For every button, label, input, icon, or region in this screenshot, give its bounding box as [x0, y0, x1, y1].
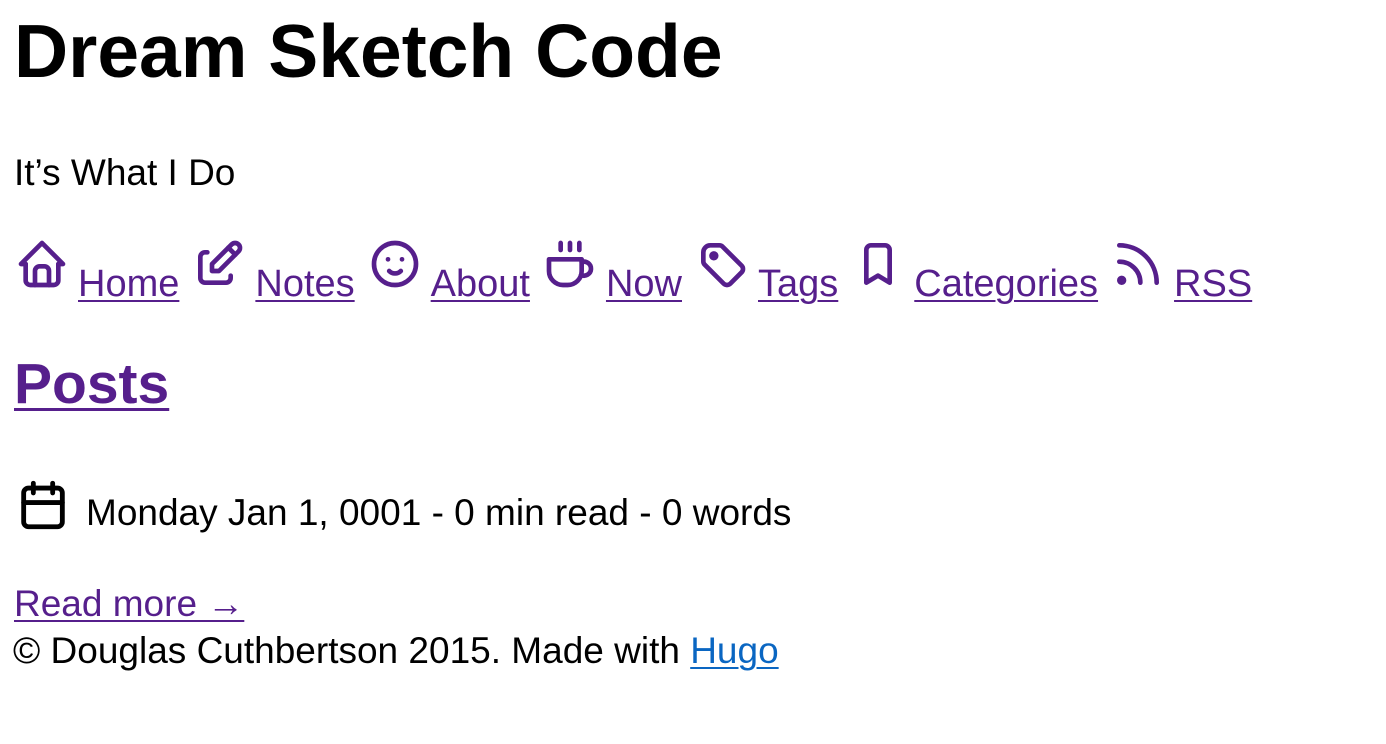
coffee-icon: [542, 236, 598, 292]
read-more-link[interactable]: Read more →: [14, 585, 244, 622]
site-tagline: It’s What I Do: [14, 152, 236, 193]
footer-copyright: © Douglas Cuthbertson 2015. Made with: [13, 630, 691, 671]
tag-icon: [694, 236, 750, 292]
nav-now-label: Now: [605, 263, 682, 305]
main-nav: Home Notes About Now Tags Categories RSS: [14, 236, 1264, 305]
smile-icon: [367, 236, 423, 292]
home-icon: [14, 236, 70, 292]
nav-home-label: Home: [78, 263, 180, 305]
rss-icon: [1110, 236, 1166, 292]
footer: © Douglas Cuthbertson 2015. Made with Hu…: [13, 632, 779, 669]
site-title: Dream Sketch Code: [14, 9, 723, 93]
post-meta-text: Monday Jan 1, 0001 - 0 min read - 0 word…: [86, 492, 792, 533]
nav-rss-label: RSS: [1174, 263, 1253, 305]
nav-tags-link[interactable]: Tags: [694, 236, 839, 305]
nav-about-label: About: [430, 263, 530, 305]
posts-heading-link[interactable]: Posts: [14, 352, 169, 416]
post-meta: Monday Jan 1, 0001 - 0 min read - 0 word…: [14, 476, 791, 534]
nav-tags-label: Tags: [758, 263, 839, 305]
nav-home-link[interactable]: Home: [14, 236, 180, 305]
footer-hugo-link[interactable]: Hugo: [690, 630, 778, 671]
calendar-icon: [14, 476, 72, 534]
nav-categories-label: Categories: [914, 263, 1099, 305]
bookmark-icon: [850, 236, 906, 292]
edit-icon: [191, 236, 247, 292]
nav-about-link[interactable]: About: [367, 236, 530, 305]
nav-notes-label: Notes: [255, 263, 355, 305]
posts-heading: Posts: [14, 356, 169, 413]
nav-now-link[interactable]: Now: [542, 236, 682, 305]
nav-notes-link[interactable]: Notes: [191, 236, 355, 305]
nav-rss-link[interactable]: RSS: [1110, 236, 1253, 305]
nav-categories-link[interactable]: Categories: [850, 236, 1099, 305]
